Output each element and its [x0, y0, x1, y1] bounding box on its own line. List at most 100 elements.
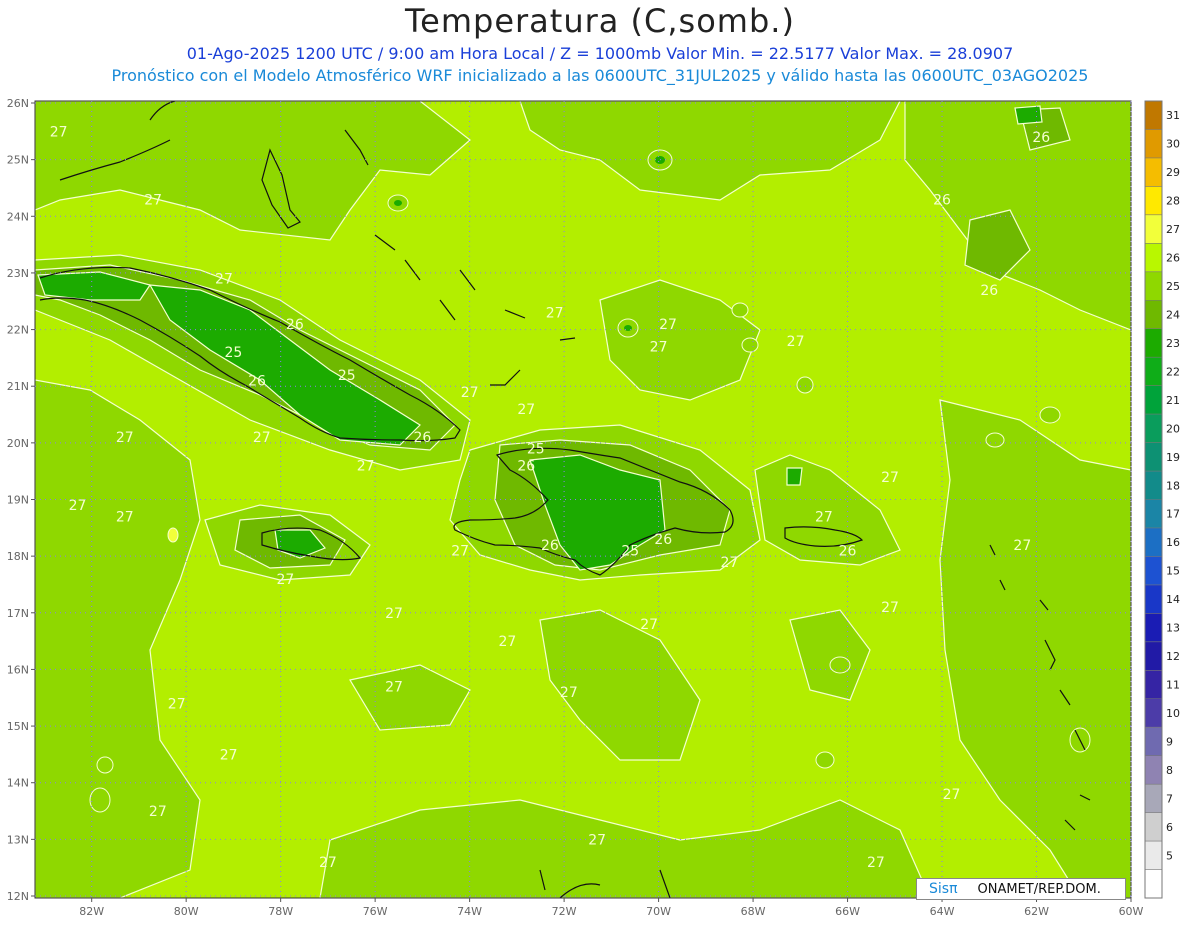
lat-label: 12N: [7, 890, 29, 903]
contour-label: 27: [640, 617, 658, 633]
contour-label: 27: [815, 509, 833, 525]
warm-spot: [167, 527, 179, 543]
contour-label: 26: [933, 192, 951, 208]
contour-label: 27: [787, 334, 805, 350]
blob: [89, 787, 111, 813]
blob: [96, 756, 114, 774]
map-title: Temperatura (C,somb.): [405, 2, 795, 40]
colorbar-swatch: [1145, 414, 1162, 444]
contour-label: 27: [144, 192, 162, 208]
contour-label: 26: [541, 538, 559, 554]
credit-box: Sisπ ONAMET/REP.DOM.: [916, 878, 1126, 900]
blob: [985, 432, 1005, 448]
colorbar-swatch: [1145, 214, 1162, 244]
contour-label: 27: [867, 855, 885, 871]
colorbar-label: 14: [1166, 593, 1180, 606]
lat-label: 23N: [7, 267, 29, 280]
lat-label: 17N: [7, 607, 29, 620]
colorbar-swatch: [1145, 727, 1162, 757]
colorbar: 31 30 29 28 27 26 25 24 23 22 21 20 19 18 17 16 15 14 13 12…: [1144, 100, 1180, 899]
contour-label: 27: [385, 606, 403, 622]
colorbar-label: 16: [1166, 536, 1180, 549]
onamet-credit: ONAMET/REP.DOM.: [977, 881, 1101, 897]
colorbar-swatch: [1145, 499, 1162, 529]
lat-label: 20N: [7, 437, 29, 450]
blob: [815, 751, 835, 769]
colorbar-label: 12: [1166, 650, 1180, 663]
contour-label: 27: [546, 306, 564, 322]
lat-label: 22N: [7, 324, 29, 337]
colorbar-label: 9: [1166, 735, 1173, 748]
colorbar-swatch: [1145, 527, 1162, 557]
lon-label: 80W: [174, 905, 199, 918]
colorbar-label: 31: [1166, 109, 1180, 122]
contour-label: 27: [517, 402, 535, 418]
contour-label: 27: [357, 459, 375, 475]
contour-label: 27: [650, 340, 668, 356]
lat-label: 21N: [7, 380, 29, 393]
contour-label: 27: [461, 385, 479, 401]
colorbar-swatch: [1145, 271, 1162, 301]
sis-logo: Sisπ: [929, 881, 958, 897]
colorbar-label: 19: [1166, 451, 1180, 464]
contour-label: 27: [560, 685, 578, 701]
contour-label: 27: [220, 747, 238, 763]
blob: [829, 656, 851, 674]
colorbar-swatch: [1145, 328, 1162, 358]
colorbar-swatch: [1145, 613, 1162, 643]
colorbar-swatch: [1145, 670, 1162, 700]
colorbar-label: 8: [1166, 764, 1173, 777]
lat-label: 24N: [7, 210, 29, 223]
contour-label: 27: [319, 855, 337, 871]
contour-label: 26: [413, 430, 431, 446]
contour-label: 27: [215, 272, 233, 288]
colorbar-swatch: [1145, 755, 1162, 785]
colorbar-swatch: [1145, 157, 1162, 187]
blob: [741, 337, 759, 353]
colorbar-swatch: [1145, 385, 1162, 415]
colorbar-label: 23: [1166, 337, 1180, 350]
contour-label: 27: [881, 600, 899, 616]
colorbar-swatch: [1145, 471, 1162, 500]
contour-label: 27: [149, 804, 167, 820]
contour-label: 27: [116, 430, 134, 446]
colorbar-label: 17: [1166, 508, 1180, 521]
colorbar-swatch: [1145, 101, 1162, 130]
contour-label: 27: [451, 543, 469, 559]
colorbar-swatch: [1145, 357, 1162, 387]
blob-core: [394, 200, 402, 206]
contour-label: 27: [1013, 538, 1031, 554]
colorbar-label: 7: [1166, 792, 1173, 805]
lon-label: 60W: [1119, 905, 1144, 918]
colorbar-label: 6: [1166, 821, 1173, 834]
lon-label: 66W: [835, 905, 860, 918]
contour-label: 27: [69, 498, 87, 514]
lat-label: 26N: [7, 97, 29, 110]
contour-label: 27: [385, 679, 403, 695]
colorbar-label: 26: [1166, 252, 1180, 265]
lat-label: 25N: [7, 154, 29, 167]
contour-label: 27: [116, 509, 134, 525]
blob: [796, 376, 814, 394]
lon-label: 74W: [457, 905, 482, 918]
contour-label: 27: [943, 787, 961, 803]
colorbar-swatch: [1145, 584, 1162, 614]
colorbar-label: 27: [1166, 223, 1180, 236]
latitude-labels: 26N 25N 24N 23N 22N 21N 20N 19N 18N 17N 16N 15N 14N 1…: [7, 97, 29, 903]
contour-label: 27: [498, 634, 516, 650]
lat-label: 18N: [7, 550, 29, 563]
blob-core: [624, 325, 632, 331]
contour-label: 26: [839, 543, 857, 559]
lon-label: 70W: [646, 905, 671, 918]
lon-label: 68W: [741, 905, 766, 918]
contour-label: 27: [588, 832, 606, 848]
colorbar-label: 11: [1166, 679, 1180, 692]
colorbar-label: 13: [1166, 622, 1180, 635]
colorbar-label: 18: [1166, 479, 1180, 492]
contour-label: 27: [721, 555, 739, 571]
subtitle-model-info: Pronóstico con el Modelo Atmosférico WRF…: [111, 66, 1089, 85]
blob: [731, 302, 749, 318]
lat-label: 14N: [7, 777, 29, 790]
colorbar-label: 24: [1166, 308, 1180, 321]
colorbar-label: 10: [1166, 707, 1180, 720]
